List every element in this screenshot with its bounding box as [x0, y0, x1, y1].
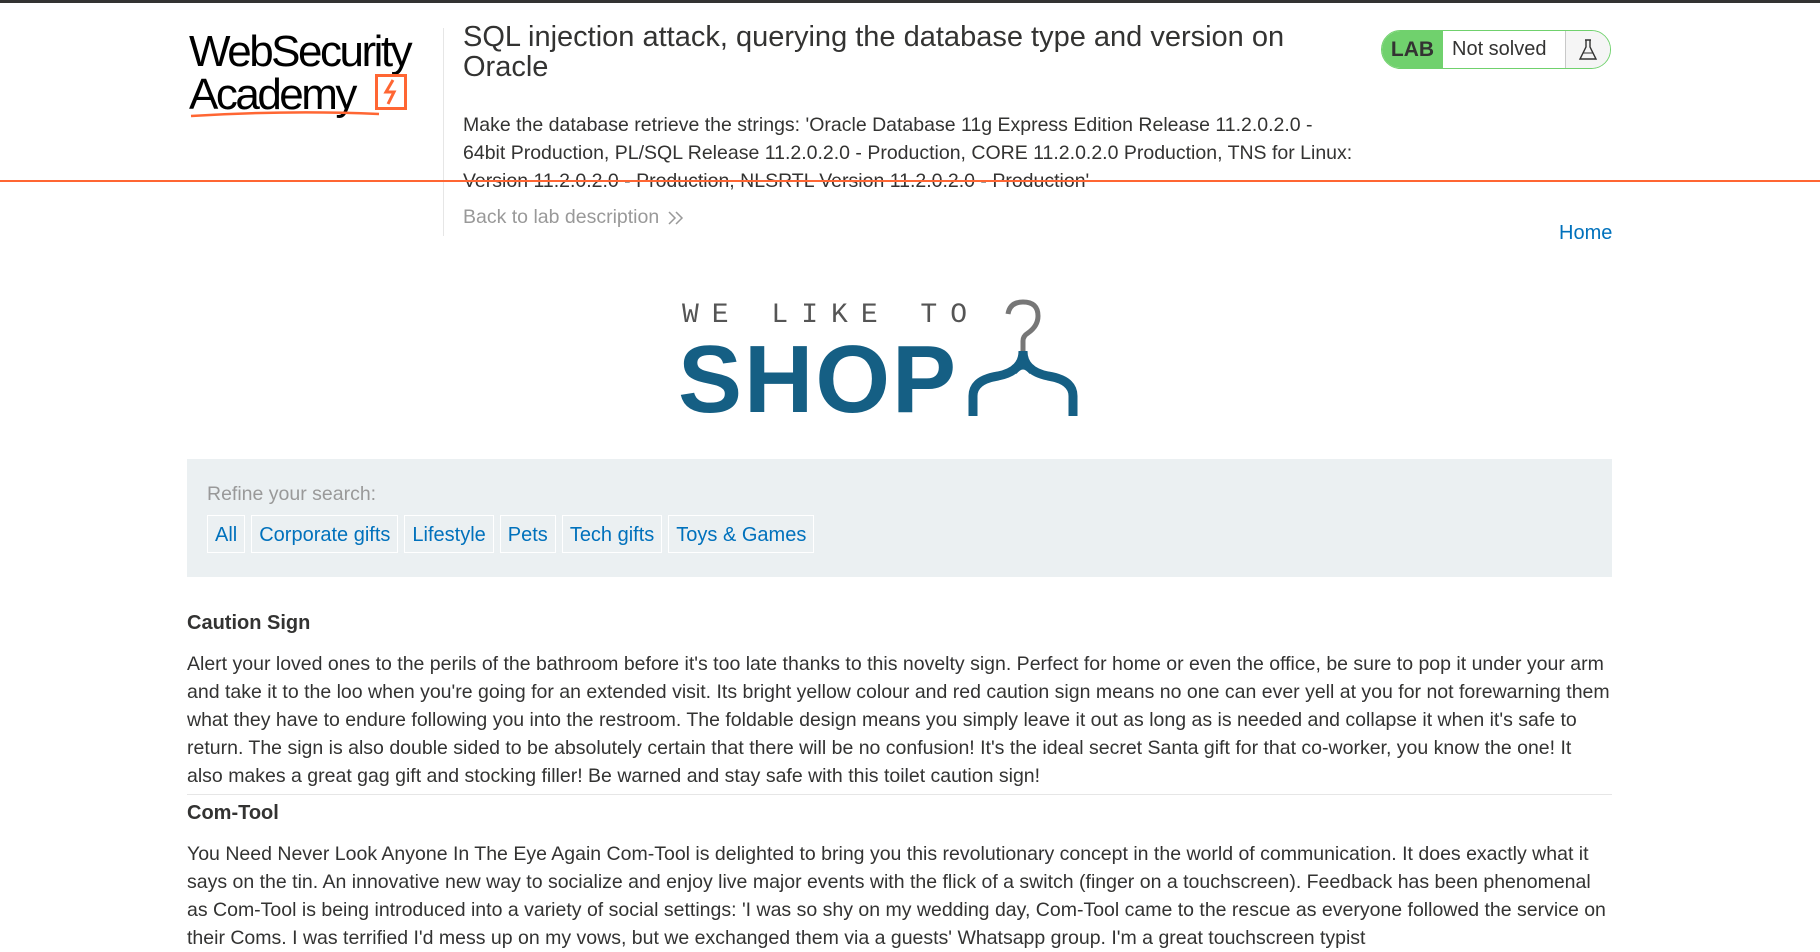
filter-corporate-gifts[interactable]: Corporate gifts [251, 515, 399, 553]
shop-logo: WE LIKE TO SHOP [678, 288, 1138, 428]
lab-badge: LAB [1382, 31, 1443, 68]
lab-description: Make the database retrieve the strings: … [463, 114, 1353, 192]
logo-swoosh-icon [190, 111, 380, 118]
refine-search-label: Refine your search: [207, 483, 377, 505]
back-link-label: Back to lab description [463, 206, 660, 228]
shop-logo-word: SHOP [678, 326, 959, 433]
filter-tech-gifts[interactable]: Tech gifts [561, 515, 663, 553]
logo-bolt-icon [375, 74, 407, 110]
lab-title: SQL injection attack, querying the datab… [463, 21, 1285, 83]
double-chevron-right-icon [668, 211, 684, 225]
product-description: You Need Never Look Anyone In The Eye Ag… [187, 843, 1606, 949]
filter-pets[interactable]: Pets [499, 515, 556, 553]
lab-status-text: Not solved [1443, 31, 1566, 68]
category-filter-list: All Corporate gifts Lifestyle Pets Tech … [207, 515, 815, 553]
header-accent-line [0, 180, 1820, 182]
search-filters: Refine your search: All Corporate gifts … [187, 459, 1612, 577]
home-link[interactable]: Home [1559, 222, 1612, 245]
filter-toys-games[interactable]: Toys & Games [668, 515, 815, 553]
hanger-icon [968, 299, 1078, 416]
back-to-lab-description-link[interactable]: Back to lab description [463, 206, 685, 229]
web-security-academy-logo[interactable]: WebSecurity Academy [189, 28, 439, 124]
lab-status-widget: LAB Not solved [1381, 30, 1611, 69]
header-divider [443, 28, 444, 236]
product-divider [187, 794, 1612, 795]
top-border [0, 0, 1820, 3]
filter-all[interactable]: All [207, 515, 246, 553]
product-name: Com-Tool [187, 802, 279, 824]
product-name: Caution Sign [187, 612, 311, 634]
logo-line-1: WebSecurity [189, 27, 413, 76]
filter-lifestyle[interactable]: Lifestyle [404, 515, 494, 553]
product-description: Alert your loved ones to the perils of t… [187, 653, 1610, 787]
flask-icon[interactable] [1566, 31, 1610, 68]
